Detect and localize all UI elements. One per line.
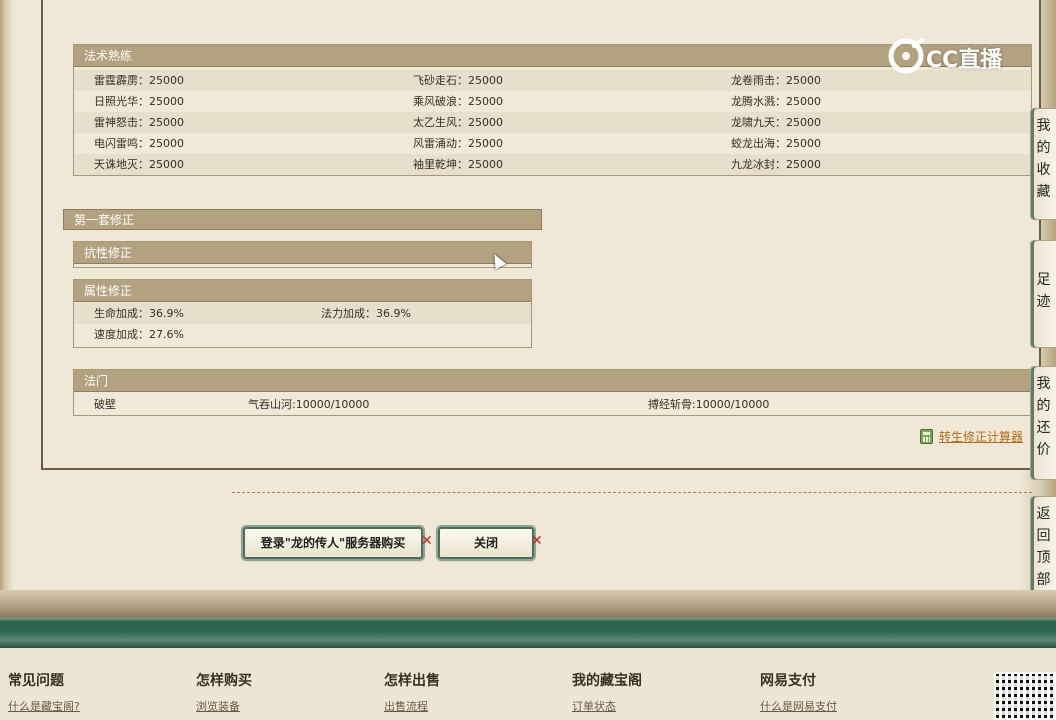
sidebar-char: 还 — [1036, 420, 1051, 436]
resistance-box: 抗性修正 — [73, 241, 532, 268]
skill-cell: 风雷涌动：25000 — [413, 137, 503, 150]
table-row: 电闪雷鸣：25000 风雷涌动：25000 蛟龙出海：25000 — [74, 133, 1031, 154]
footer-link-faq[interactable]: 什么是藏宝阁? — [8, 698, 80, 714]
sidebar-char: 迹 — [1036, 294, 1051, 310]
watermark-text: CC直播 — [926, 48, 1003, 73]
close-x-icon: ✕ — [421, 533, 433, 549]
skill-cell: 电闪雷鸣：25000 — [94, 137, 184, 150]
table-row: 日照光华：25000 乘风破浪：25000 龙腾水溅：25000 — [74, 91, 1031, 112]
skill-cell: 龙啸九天：25000 — [731, 116, 821, 129]
skill-cell: 乘风破浪：25000 — [413, 95, 503, 108]
calculator-icon — [920, 429, 933, 444]
footer-link-browse[interactable]: 浏览装备 — [196, 698, 240, 714]
attribute-cell: 法力加成：36.9% — [321, 307, 411, 320]
sidebar-char: 返 — [1036, 506, 1051, 522]
skill-cell: 袖里乾坤：25000 — [413, 158, 503, 171]
sidebar-char: 我 — [1036, 376, 1051, 392]
skill-cell: 龙腾水溅：25000 — [731, 95, 821, 108]
skill-cell: 太乙生风：25000 — [413, 116, 503, 129]
footer: 常见问题 什么是藏宝阁? 怎样购买 浏览装备 怎样出售 出售流程 我的藏宝阁 订… — [0, 648, 1056, 720]
footer-link-order-status[interactable]: 订单状态 — [572, 698, 616, 714]
famen-cell: 破壁 — [94, 398, 116, 411]
table-row: 雷神怒击：25000 太乙生风：25000 龙啸九天：25000 — [74, 112, 1031, 133]
famen-box: 法门 破壁 气吞山河:10000/10000 搏经斩骨:10000/10000 — [73, 369, 1032, 416]
sidebar-char: 的 — [1036, 140, 1051, 156]
login-purchase-button[interactable]: 登录"龙的传人"服务器购买 — [241, 525, 425, 561]
skill-cell: 飞砂走石：25000 — [413, 74, 503, 87]
footer-title-netease-pay: 网易支付 — [760, 673, 816, 689]
table-row: 破壁 气吞山河:10000/10000 搏经斩骨:10000/10000 — [74, 394, 1031, 415]
sidebar-item-back-to-top[interactable]: 返 回 顶 部 — [1030, 496, 1056, 604]
resistance-header: 抗性修正 — [74, 242, 531, 264]
skill-cell: 龙卷雨击：25000 — [731, 74, 821, 87]
footer-link-sell-process[interactable]: 出售流程 — [384, 698, 428, 714]
skill-cell: 日照光华：25000 — [94, 95, 184, 108]
famen-cell: 气吞山河:10000/10000 — [248, 398, 370, 411]
sidebar-char: 回 — [1036, 528, 1051, 544]
attribute-cell: 速度加成：27.6% — [94, 328, 184, 341]
table-row: 速度加成：27.6% — [74, 324, 531, 345]
skill-cell: 蛟龙出海：25000 — [731, 137, 821, 150]
sidebar-char: 收 — [1036, 162, 1051, 178]
footer-title-my-cbg: 我的藏宝阁 — [572, 673, 642, 689]
sidebar-item-history[interactable]: 足 迹 — [1030, 240, 1056, 348]
sidebar-char: 价 — [1036, 442, 1051, 458]
dashed-divider — [232, 492, 1032, 493]
skill-cell: 九龙冰封：25000 — [731, 158, 821, 171]
sidebar-char: 部 — [1036, 572, 1051, 588]
skill-mastery-rows: 雷霆霹雳：25000 飞砂走石：25000 龙卷雨击：25000 日照光华：25… — [74, 67, 1031, 175]
footer-title-how-to-sell: 怎样出售 — [384, 673, 440, 689]
sidebar-char: 顶 — [1036, 550, 1051, 566]
attribute-header: 属性修正 — [74, 280, 531, 302]
table-row: 生命加成：36.9% 法力加成：36.9% — [74, 303, 531, 324]
footer-title-faq: 常见问题 — [8, 673, 64, 689]
table-row: 天诛地灭：25000 袖里乾坤：25000 九龙冰封：25000 — [74, 154, 1031, 175]
attribute-rows: 生命加成：36.9% 法力加成：36.9% 速度加成：27.6% — [74, 302, 531, 345]
sidebar-item-favorites[interactable]: 我 的 收 藏 — [1030, 108, 1056, 220]
skill-cell: 雷神怒击：25000 — [94, 116, 184, 129]
close-x-icon: ✕ — [531, 533, 543, 549]
sidebar-char: 足 — [1036, 272, 1051, 288]
attribute-box: 属性修正 生命加成：36.9% 法力加成：36.9% 速度加成：27.6% — [73, 279, 532, 348]
decorative-band — [0, 618, 1056, 648]
frame-bottom-border — [0, 590, 1056, 620]
famen-header: 法门 — [74, 370, 1031, 392]
skill-cell: 雷霆霹雳：25000 — [94, 74, 184, 87]
sidebar-char: 的 — [1036, 398, 1051, 414]
qr-code-icon — [994, 672, 1056, 720]
attribute-cell: 生命加成：36.9% — [94, 307, 184, 320]
famen-cell: 搏经斩骨:10000/10000 — [648, 398, 770, 411]
reincarnation-calculator-link[interactable]: 转生修正计算器 — [939, 428, 1023, 446]
close-button[interactable]: 关闭 — [436, 525, 536, 561]
sidebar-char: 藏 — [1036, 184, 1051, 200]
sidebar-char: 我 — [1036, 118, 1051, 134]
correction-set-title: 第一套修正 — [63, 209, 542, 230]
sidebar-item-bargain[interactable]: 我 的 还 价 — [1030, 366, 1056, 480]
skill-cell: 天诛地灭：25000 — [94, 158, 184, 171]
footer-link-netease-pay[interactable]: 什么是网易支付 — [760, 698, 837, 714]
footer-title-how-to-buy: 怎样购买 — [196, 673, 252, 689]
